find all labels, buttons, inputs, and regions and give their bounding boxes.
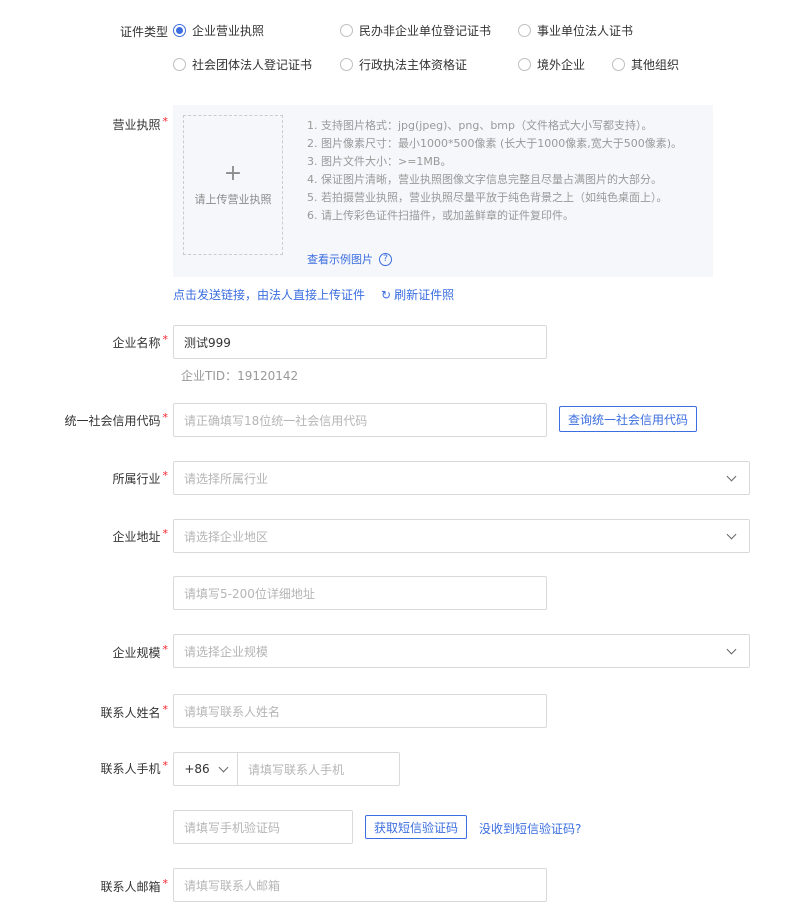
license-upload-panel: + 请上传营业执照 1. 支持图片格式：jpg(jpeg)、png、bmp（文件… (173, 105, 713, 277)
radio-label: 行政执法主体资格证 (359, 58, 468, 72)
contact-phone-placeholder: 请填写联系人手机 (248, 762, 345, 777)
country-code-value: +86 (184, 762, 210, 776)
contact-email-label: 联系人邮箱 * (100, 877, 169, 895)
refresh-license-link[interactable]: ↻ 刷新证件照 (381, 286, 454, 303)
view-example-link[interactable]: 查看示例图片 ? (307, 251, 392, 267)
contact-email-placeholder: 请填写联系人邮箱 (184, 878, 281, 893)
scale-label-text: 企业规模 (112, 646, 161, 660)
upload-text: 请上传营业执照 (194, 193, 272, 206)
radio-private-nonenterprise[interactable]: 民办非企业单位登记证书 (340, 22, 491, 39)
industry-label-text: 所属行业 (112, 472, 161, 486)
required-mark: * (162, 877, 169, 890)
contact-phone-field: +86 请填写联系人手机 (173, 752, 400, 786)
view-example-text: 查看示例图片 (307, 253, 373, 266)
sms-code-input[interactable]: 请填写手机验证码 (173, 810, 353, 844)
query-credit-code-button[interactable]: 查询统一社会信用代码 (559, 406, 697, 432)
cert-type-label: 证件类型 (119, 25, 168, 39)
address-region-placeholder: 请选择企业地区 (184, 529, 269, 544)
radio-label: 民办非企业单位登记证书 (359, 24, 492, 38)
company-name-value: 测试999 (184, 335, 231, 350)
country-code-select[interactable]: +86 (174, 753, 238, 785)
no-sms-code-link[interactable]: 没收到短信验证码? (479, 820, 581, 837)
contact-name-input[interactable]: 请填写联系人姓名 (173, 694, 547, 728)
refresh-icon: ↻ (381, 287, 392, 302)
address-label: 企业地址 * (112, 527, 169, 545)
credit-code-placeholder: 请正确填写18位统一社会信用代码 (184, 413, 368, 428)
tip-line: 3. 图片文件大小：>=1MB。 (307, 155, 452, 168)
contact-phone-label-text: 联系人手机 (100, 762, 161, 776)
chevron-down-icon (726, 529, 737, 539)
chevron-down-icon (726, 644, 737, 654)
contact-email-input[interactable]: 请填写联系人邮箱 (173, 868, 547, 902)
sms-code-placeholder: 请填写手机验证码 (184, 820, 281, 835)
radio-label: 事业单位法人证书 (537, 24, 634, 38)
scale-label: 企业规模 * (112, 643, 169, 661)
refresh-text: 刷新证件照 (394, 288, 455, 302)
address-detail-input[interactable]: 请填写5-200位详细地址 (173, 576, 547, 610)
tip-line: 6. 请上传彩色证件扫描件，或加盖鲜章的证件复印件。 (307, 209, 574, 222)
radio-overseas-enterprise[interactable]: 境外企业 (518, 56, 585, 73)
scale-select[interactable]: 请选择企业规模 (173, 634, 750, 668)
radio-label: 社会团体法人登记证书 (192, 58, 313, 72)
required-mark: * (162, 411, 169, 424)
tip-line: 2. 图片像素尺寸：最小1000*500像素 (长大于1000像素,宽大于500… (307, 137, 683, 150)
address-label-text: 企业地址 (112, 530, 161, 544)
contact-phone-input[interactable]: 请填写联系人手机 (238, 761, 399, 778)
scale-placeholder: 请选择企业规模 (184, 644, 269, 659)
contact-name-placeholder: 请填写联系人姓名 (184, 704, 281, 719)
address-region-select[interactable]: 请选择企业地区 (173, 519, 750, 553)
required-mark: * (162, 527, 169, 540)
radio-label: 境外企业 (537, 58, 586, 72)
credit-code-label: 统一社会信用代码 * (64, 411, 169, 429)
get-sms-code-button[interactable]: 获取短信验证码 (365, 815, 467, 839)
required-mark: * (162, 703, 169, 716)
question-circle-icon: ? (379, 252, 392, 266)
radio-dot (518, 58, 531, 71)
company-tid: 企业TID：19120142 (181, 369, 299, 383)
radio-social-organization[interactable]: 社会团体法人登记证书 (173, 56, 312, 73)
company-name-input[interactable]: 测试999 (173, 325, 547, 359)
license-upload-box[interactable]: + 请上传营业执照 (183, 115, 283, 255)
license-label-text: 营业执照 (112, 118, 161, 132)
radio-law-enforcement[interactable]: 行政执法主体资格证 (340, 56, 467, 73)
required-mark: * (162, 759, 169, 772)
company-name-label: 企业名称 * (112, 333, 169, 351)
contact-name-label: 联系人姓名 * (100, 703, 169, 721)
radio-label: 其他组织 (631, 58, 680, 72)
industry-label: 所属行业 * (112, 469, 169, 487)
radio-dot (173, 58, 186, 71)
radio-dot (340, 24, 353, 37)
industry-select[interactable]: 请选择所属行业 (173, 461, 750, 495)
radio-dot (173, 24, 186, 37)
radio-public-institution[interactable]: 事业单位法人证书 (518, 22, 633, 39)
company-name-label-text: 企业名称 (112, 336, 161, 350)
radio-dot (612, 58, 625, 71)
contact-name-label-text: 联系人姓名 (100, 706, 161, 720)
industry-placeholder: 请选择所属行业 (184, 471, 269, 486)
plus-icon: + (223, 161, 243, 186)
required-mark: * (162, 469, 169, 482)
tip-line: 4. 保证图片清晰，营业执照图像文字信息完整且尽量占满图片的大部分。 (307, 173, 662, 186)
contact-phone-label: 联系人手机 * (100, 759, 169, 777)
tip-line: 5. 若拍摄营业执照，营业执照尽量平放于纯色背景之上（如纯色桌面上）。 (307, 191, 668, 204)
send-upload-link[interactable]: 点击发送链接，由法人直接上传证件 (173, 286, 365, 303)
radio-label: 企业营业执照 (192, 24, 265, 38)
radio-other-organization[interactable]: 其他组织 (612, 56, 679, 73)
required-mark: * (162, 115, 169, 128)
required-mark: * (162, 333, 169, 346)
radio-dot (340, 58, 353, 71)
chevron-down-icon (726, 471, 737, 481)
required-mark: * (162, 643, 169, 656)
credit-code-label-text: 统一社会信用代码 (64, 414, 161, 428)
chevron-down-icon (218, 762, 229, 772)
license-label: 营业执照 * (112, 115, 169, 133)
address-detail-placeholder: 请填写5-200位详细地址 (184, 586, 315, 601)
radio-business-license[interactable]: 企业营业执照 (173, 22, 264, 39)
radio-dot (518, 24, 531, 37)
contact-email-label-text: 联系人邮箱 (100, 880, 161, 894)
credit-code-input[interactable]: 请正确填写18位统一社会信用代码 (173, 403, 547, 437)
upload-tips: 1. 支持图片格式：jpg(jpeg)、png、bmp（文件格式大小写都支持）。… (307, 117, 699, 225)
tip-line: 1. 支持图片格式：jpg(jpeg)、png、bmp（文件格式大小写都支持）。 (307, 119, 653, 132)
